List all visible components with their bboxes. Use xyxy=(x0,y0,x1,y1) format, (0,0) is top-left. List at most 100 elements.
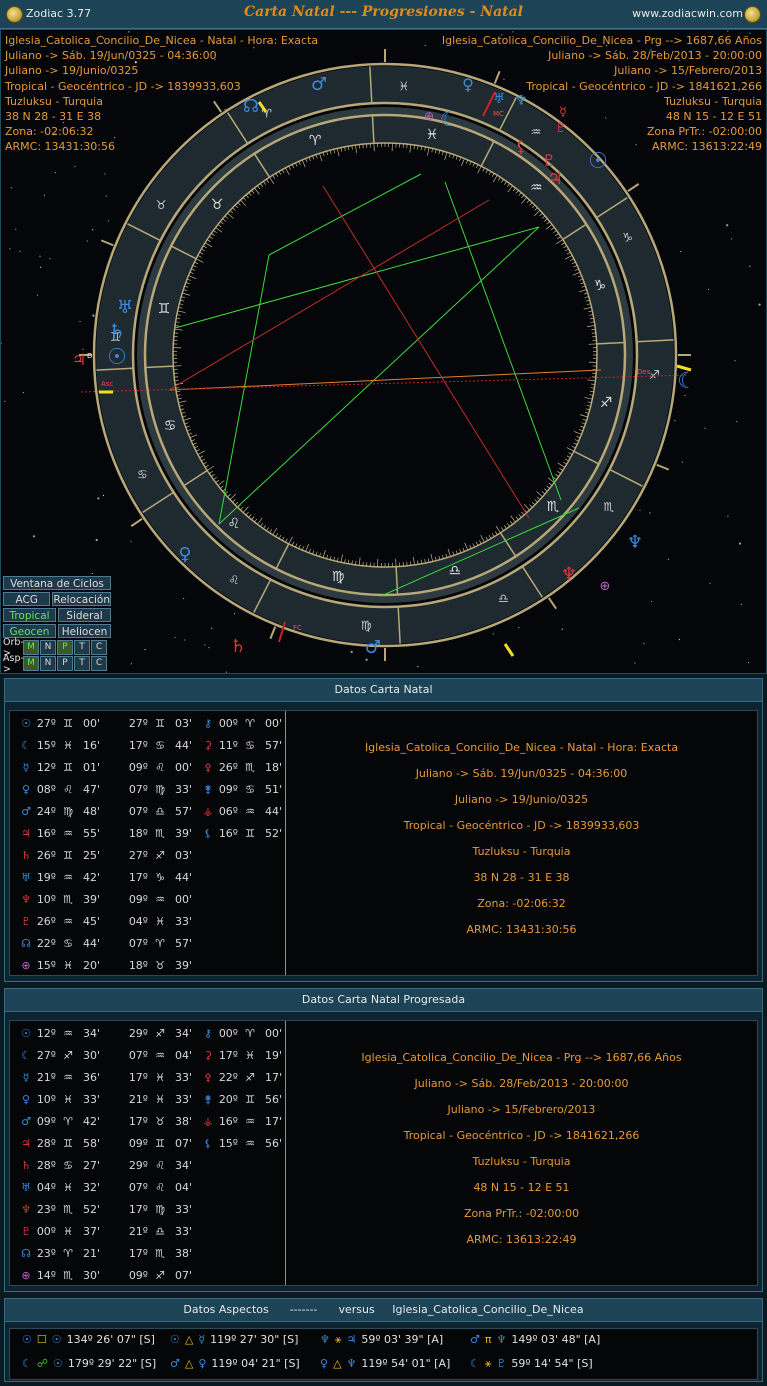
prog-info-line: Juliano -> 15/Febrero/2013 xyxy=(614,64,762,78)
degree: 21º xyxy=(128,1225,148,1238)
orb-m[interactable]: M xyxy=(23,640,39,655)
relocation-button[interactable]: Relocación xyxy=(52,592,111,606)
star xyxy=(74,165,76,168)
planet-icon: ♂ xyxy=(170,1357,180,1370)
degree: 28º xyxy=(36,1137,56,1150)
minutes: 39' xyxy=(174,959,192,972)
sign-icon: ♎ xyxy=(155,1225,165,1238)
planet-icon: ♇ xyxy=(496,1357,507,1370)
star xyxy=(174,636,176,639)
sign-icon: ♏ xyxy=(245,761,255,774)
orb-p[interactable]: P xyxy=(57,640,73,655)
degree: 09º xyxy=(128,1269,148,1282)
degree: 21º xyxy=(128,1093,148,1106)
outer-sign-icon: ♍ xyxy=(361,618,372,632)
minutes: 55' xyxy=(82,827,100,840)
minutes: 48' xyxy=(82,805,100,818)
planet-icon: ♃ xyxy=(547,168,563,189)
ic-label: FC xyxy=(293,624,302,632)
degree: 10º xyxy=(36,893,56,906)
minutes: 34' xyxy=(174,1027,192,1040)
cycles-window-button[interactable]: Ventana de Ciclos xyxy=(3,576,111,590)
sidereal-button[interactable]: Sideral xyxy=(58,608,111,622)
asp-c[interactable]: C xyxy=(91,656,107,671)
acg-button[interactable]: ACG xyxy=(3,592,51,606)
aspects-panel-title: Datos Aspectos ------- versus Iglesia_Ca… xyxy=(5,1299,762,1322)
degree: 27º xyxy=(36,717,56,730)
degree: 14º xyxy=(36,1269,56,1282)
natal-info-block: Iglesia_Catolica_Concilio_De_Nicea - Nat… xyxy=(5,33,318,155)
house-cusp-mark xyxy=(627,183,640,192)
minutes: 07' xyxy=(174,1269,192,1282)
orb-n[interactable]: N xyxy=(40,640,56,655)
minutes: 21' xyxy=(82,1247,100,1260)
degree: 17º xyxy=(128,1203,148,1216)
planet-icon: ♆ xyxy=(496,1333,507,1346)
planet-icon: ♄ xyxy=(108,319,126,343)
star xyxy=(234,613,236,615)
aspect-value: 119º 27' 30" [S] xyxy=(210,1333,299,1346)
degree: 19º xyxy=(36,871,56,884)
star xyxy=(204,644,206,646)
asp-t[interactable]: T xyxy=(74,656,90,671)
aspect-icon: △ xyxy=(333,1357,342,1370)
sign-icon: ♐ xyxy=(155,1027,165,1040)
tropical-button[interactable]: Tropical xyxy=(3,608,56,622)
asp-n[interactable]: N xyxy=(40,656,56,671)
orb-c[interactable]: C xyxy=(91,640,107,655)
degree: 12º xyxy=(36,1027,56,1040)
degree: 04º xyxy=(128,915,148,928)
website-link[interactable]: www.zodiacwin.com xyxy=(632,7,743,20)
sign-icon: ♌ xyxy=(155,761,165,774)
minutes: 04' xyxy=(174,1049,192,1062)
title-bar: Zodiac 3.77 Carta Natal --- Progresiones… xyxy=(0,0,767,29)
natal-data-panel: Datos Carta Natal ☉ 27º ♊ 00' 27º ♊ 03' ⚷ 00º ♈ 00… xyxy=(4,678,763,982)
heliocentric-button[interactable]: Heliocen xyxy=(58,624,111,638)
natal-panel-info-line: ARMC: 13431:30:56 xyxy=(466,923,577,936)
asp-p[interactable]: P xyxy=(57,656,73,671)
sign-icon: ♊ xyxy=(245,1093,255,1106)
star xyxy=(350,650,353,653)
direct-label: D xyxy=(87,352,92,360)
planet-icon: ♆ xyxy=(320,1333,330,1346)
star xyxy=(684,394,686,397)
minutes: 57' xyxy=(264,739,282,752)
minutes: 33' xyxy=(174,915,192,928)
minutes: 56' xyxy=(264,1137,282,1150)
star xyxy=(738,542,742,545)
minutes: 57' xyxy=(174,937,192,950)
sign-icon: ♈ xyxy=(63,1247,73,1260)
prog-positions: ☉ 12º ♒ 34' 29º ♐ 34' ⚷ 00º ♈ 00' ☾ 27º ♐ 30' 07º ♒ 04' ⚳ 1… xyxy=(10,1021,286,1285)
asp-m[interactable]: M xyxy=(23,656,39,671)
prog-info-line: ARMC: 13613:22:49 xyxy=(652,140,762,154)
orb-t[interactable]: T xyxy=(74,640,90,655)
zodiac-sign-icon: ♏ xyxy=(547,499,560,515)
natal-panel-info: Iglesia_Catolica_Concilio_De_Nicea - Nat… xyxy=(286,735,757,943)
house-cusp-mark xyxy=(548,597,557,610)
star xyxy=(36,294,39,296)
star xyxy=(492,633,494,635)
sign-icon: ♊ xyxy=(63,761,73,774)
minutes: 39' xyxy=(174,827,192,840)
degree: 11º xyxy=(218,739,238,752)
degree: 17º xyxy=(128,1115,148,1128)
star xyxy=(365,658,368,661)
star xyxy=(86,240,88,242)
degree: 16º xyxy=(218,1115,238,1128)
position-marker xyxy=(503,643,515,657)
degree: 20º xyxy=(218,1093,238,1106)
natal-positions: ☉ 27º ♊ 00' 27º ♊ 03' ⚷ 00º ♈ 00' ☾ 15º ♓ 16' 17º ♋ 44' ⚳ 1… xyxy=(10,711,286,975)
sign-icon: ♌ xyxy=(155,1181,165,1194)
sign-icon: ♋ xyxy=(245,783,255,796)
outer-sign-icon: ♑ xyxy=(622,231,633,245)
star xyxy=(79,320,81,323)
natal-info-line: Zona: -02:06:32 xyxy=(5,125,94,139)
star xyxy=(32,535,36,538)
outer-sign-icon: ♌ xyxy=(229,573,240,587)
star xyxy=(727,515,729,517)
natal-panel-info-line: Juliano -> Sáb. 19/Jun/0325 - 04:36:00 xyxy=(415,767,628,780)
star xyxy=(650,600,653,603)
sign-icon: ♒ xyxy=(63,1071,73,1084)
aspect-icon: ☐ xyxy=(36,1333,47,1346)
degree: 16º xyxy=(218,827,238,840)
